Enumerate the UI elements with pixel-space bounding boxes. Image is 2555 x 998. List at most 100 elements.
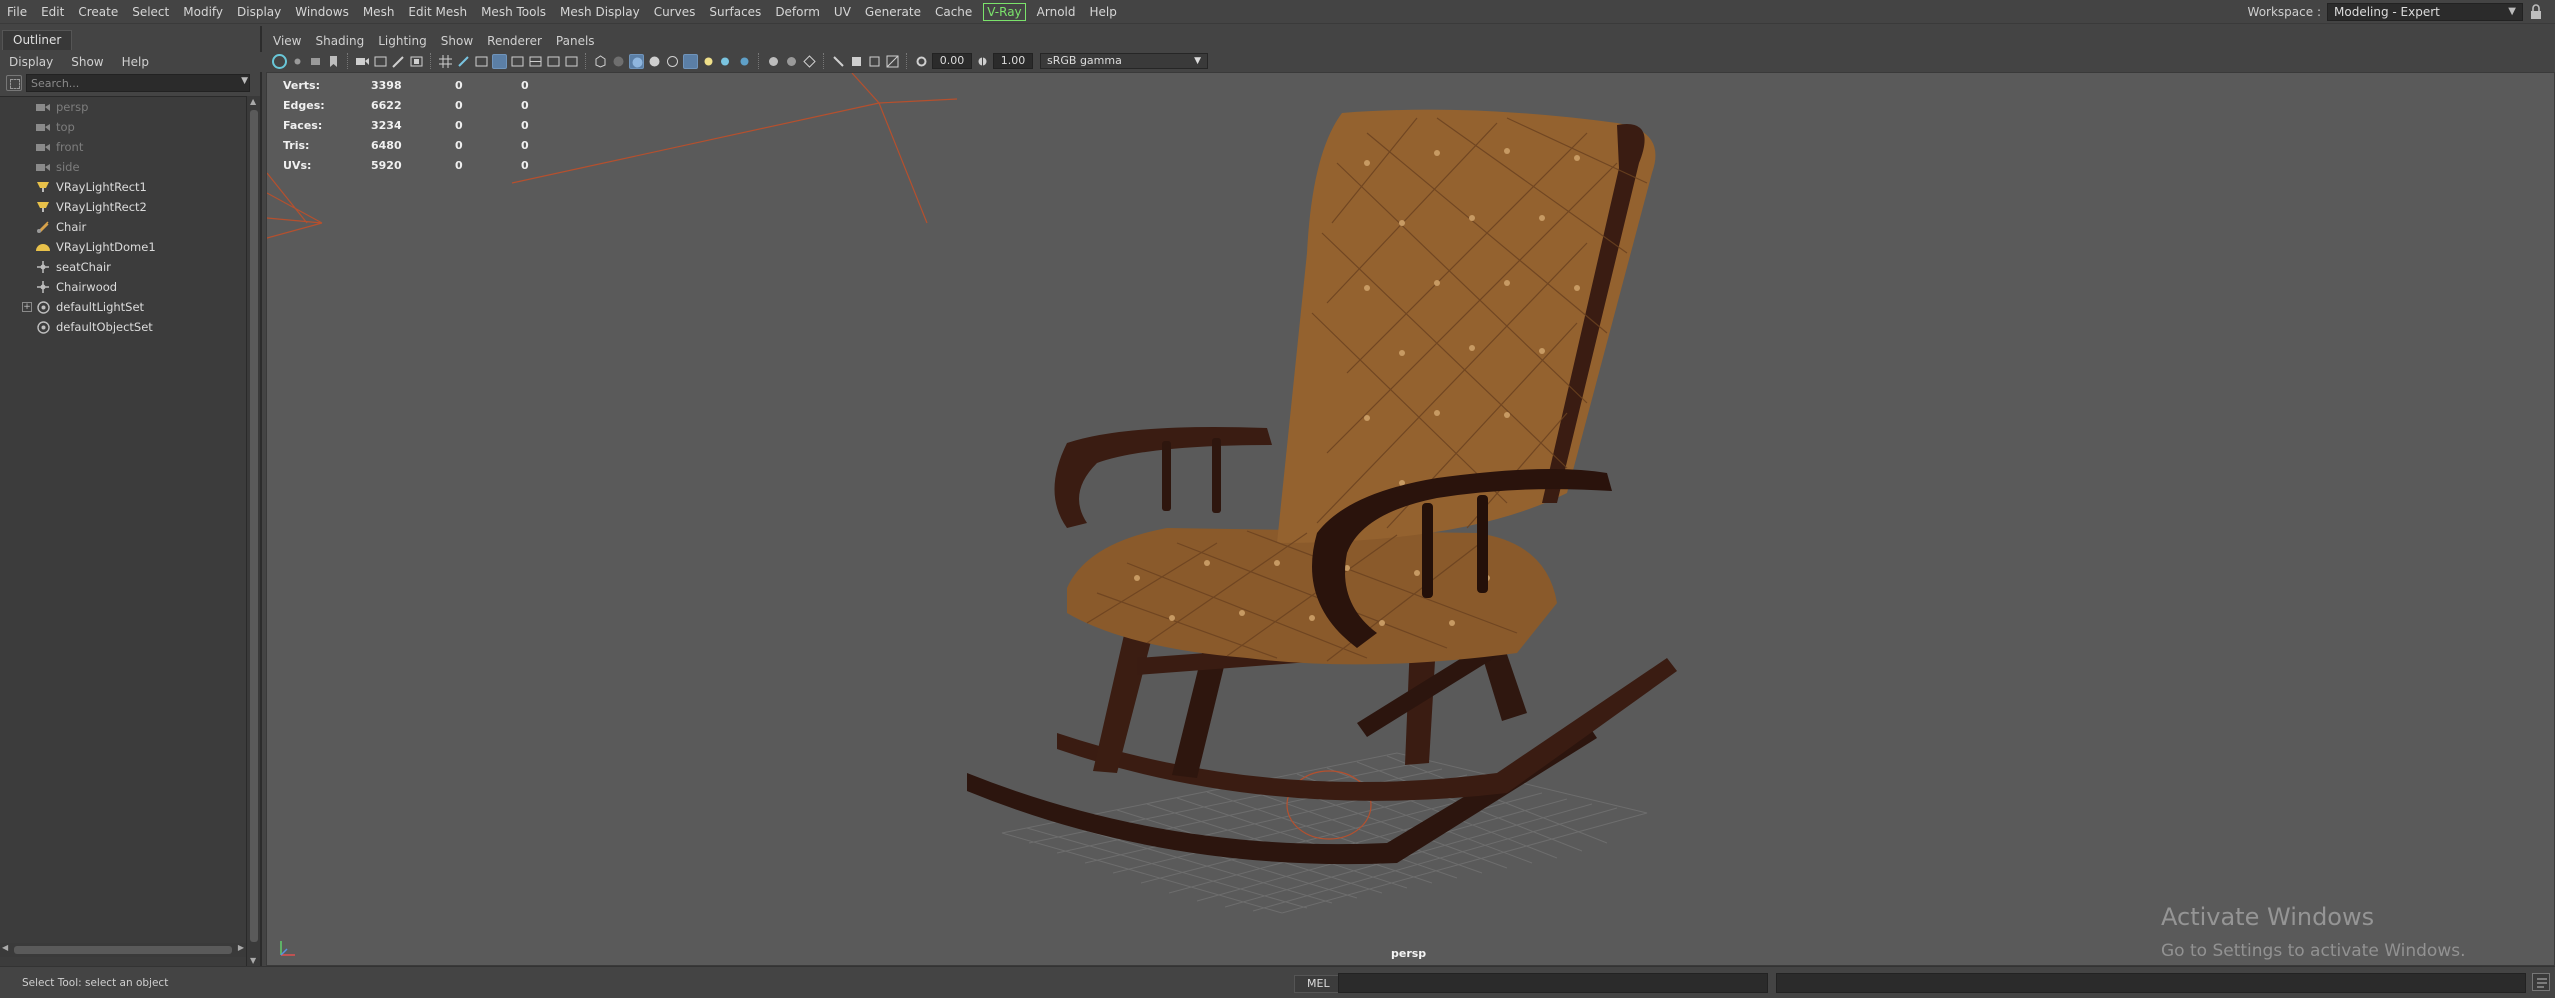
search-input[interactable] [26, 74, 250, 92]
menu-select[interactable]: Select [125, 0, 176, 24]
menu-vray[interactable]: V-Ray [983, 2, 1026, 21]
gamma-input[interactable]: 1.00 [993, 53, 1033, 69]
select-camera-icon[interactable] [272, 53, 287, 69]
list-item[interactable]: front [0, 137, 246, 157]
menu-mesh-tools[interactable]: Mesh Tools [474, 0, 553, 24]
exposure-icon[interactable] [849, 54, 864, 69]
list-item[interactable]: Chairwood [0, 277, 246, 297]
scroll-up-icon[interactable]: ▲ [250, 97, 256, 106]
image-plane-icon[interactable] [355, 54, 370, 69]
list-item[interactable]: persp [0, 97, 246, 117]
scroll-thumb[interactable] [250, 110, 258, 942]
exposure-gear-icon[interactable] [914, 54, 929, 69]
safe-action-icon[interactable] [546, 54, 561, 69]
menu-windows[interactable]: Windows [288, 0, 356, 24]
resolution-gate-icon[interactable] [474, 54, 489, 69]
scroll-right-icon[interactable]: ▶ [238, 943, 244, 952]
list-item[interactable]: top [0, 117, 246, 137]
motion-blur-icon[interactable] [719, 54, 734, 69]
camera-attributes-icon[interactable] [308, 54, 323, 69]
viewport-menu-lighting[interactable]: Lighting [371, 34, 434, 48]
menu-arnold[interactable]: Arnold [1030, 0, 1083, 24]
menu-deform[interactable]: Deform [768, 0, 827, 24]
menu-help[interactable]: Help [1083, 0, 1124, 24]
shadows-icon[interactable] [683, 53, 698, 69]
chevron-down-icon[interactable]: ▼ [241, 76, 248, 86]
command-language-toggle[interactable]: MEL [1294, 975, 1343, 993]
viewport-menu-panels[interactable]: Panels [549, 34, 602, 48]
gamma-icon[interactable] [867, 54, 882, 69]
list-item[interactable]: + defaultLightSet [0, 297, 246, 317]
gate-mask-icon[interactable] [510, 54, 525, 69]
transform-icon [35, 280, 51, 294]
script-editor-button[interactable] [2532, 973, 2550, 991]
screen-space-ao-icon[interactable] [701, 54, 716, 69]
isolate-select-icon[interactable] [766, 54, 781, 69]
wireframe-icon[interactable] [593, 54, 608, 69]
menu-display[interactable]: Display [230, 0, 288, 24]
menu-mesh[interactable]: Mesh [356, 0, 402, 24]
outliner-menu-show[interactable]: Show [62, 55, 112, 69]
smooth-shade-icon[interactable] [611, 54, 626, 69]
menu-cache[interactable]: Cache [928, 0, 979, 24]
menu-uv[interactable]: UV [827, 0, 858, 24]
workspace-selector: Workspace : Modeling - Expert ▼ [2248, 3, 2543, 21]
exposure-input[interactable]: 0.00 [932, 53, 972, 69]
lights-icon[interactable] [665, 54, 680, 69]
multisample-aa-icon[interactable] [737, 54, 752, 69]
list-item[interactable]: side [0, 157, 246, 177]
wireframe-toggle-icon[interactable] [492, 53, 507, 69]
menu-edit-mesh[interactable]: Edit Mesh [401, 0, 474, 24]
tab-outliner[interactable]: Outliner [2, 30, 73, 50]
viewport-menu-shading[interactable]: Shading [308, 34, 371, 48]
3d-viewport[interactable]: Verts: 3398 0 0 Edges: 6622 0 0 Faces: 3… [266, 72, 2555, 966]
grid-icon[interactable] [438, 54, 453, 69]
field-chart-icon[interactable] [528, 54, 543, 69]
list-item[interactable]: VRayLightDome1 [0, 237, 246, 257]
menu-surfaces[interactable]: Surfaces [702, 0, 768, 24]
list-item[interactable]: Chair [0, 217, 246, 237]
list-item[interactable]: defaultObjectSet [0, 317, 246, 337]
menu-create[interactable]: Create [71, 0, 125, 24]
viewport-menu-renderer[interactable]: Renderer [480, 34, 549, 48]
outliner-vertical-scrollbar[interactable]: ▲ ▼ [246, 96, 260, 966]
xray-active-components-icon[interactable] [831, 54, 846, 69]
gamma-toggle-icon[interactable] [975, 54, 990, 69]
outliner-menu-help[interactable]: Help [113, 55, 158, 69]
menu-modify[interactable]: Modify [176, 0, 230, 24]
lock-icon[interactable] [2529, 4, 2543, 20]
expand-icon[interactable]: + [22, 302, 32, 312]
wireframe-on-shaded-icon[interactable] [629, 53, 644, 69]
color-space-dropdown[interactable]: sRGB gamma ▼ [1040, 53, 1208, 69]
xray-icon[interactable] [784, 54, 799, 69]
lock-camera-icon[interactable] [290, 54, 305, 69]
view-transform-icon[interactable] [373, 54, 388, 69]
color-management-icon[interactable] [885, 54, 900, 69]
scroll-left-icon[interactable]: ◀ [2, 943, 8, 952]
film-gate-icon[interactable] [409, 54, 424, 69]
pencil-icon[interactable] [456, 54, 471, 69]
menu-curves[interactable]: Curves [647, 0, 703, 24]
bookmark-icon[interactable] [326, 54, 341, 69]
grease-pencil-icon[interactable] [391, 54, 406, 69]
textured-icon[interactable] [647, 54, 662, 69]
list-item[interactable]: VRayLightRect1 [0, 177, 246, 197]
list-item[interactable]: seatChair [0, 257, 246, 277]
viewport-menu-view[interactable]: View [266, 34, 308, 48]
command-input[interactable] [1338, 973, 1768, 993]
scroll-down-icon[interactable]: ▼ [250, 956, 256, 965]
menu-edit[interactable]: Edit [34, 0, 71, 24]
list-item[interactable]: VRayLightRect2 [0, 197, 246, 217]
outliner-panel: Outliner Display Show Help ▼ persp top f… [0, 26, 262, 966]
safe-title-icon[interactable] [564, 54, 579, 69]
workspace-dropdown[interactable]: Modeling - Expert ▼ [2327, 3, 2523, 21]
menu-mesh-display[interactable]: Mesh Display [553, 0, 647, 24]
viewport-menu-show[interactable]: Show [434, 34, 480, 48]
outliner-horizontal-scrollbar[interactable]: ◀ ▶ [0, 943, 246, 957]
menu-generate[interactable]: Generate [858, 0, 928, 24]
xray-joints-icon[interactable] [802, 54, 817, 69]
scroll-thumb[interactable] [14, 946, 232, 954]
outliner-menu-display[interactable]: Display [0, 55, 62, 69]
menu-file[interactable]: File [0, 0, 34, 24]
filter-icon[interactable] [6, 75, 22, 91]
